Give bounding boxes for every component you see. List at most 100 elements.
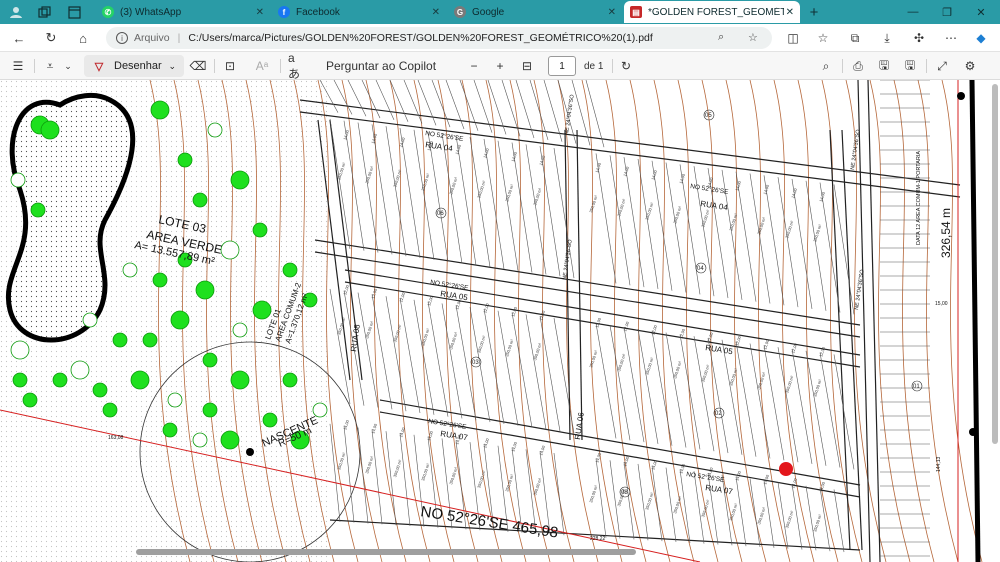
tab-actions-icon[interactable] (66, 4, 82, 20)
draw-button[interactable]: ▽ Desenhar ⌄ (84, 55, 184, 77)
close-icon[interactable]: ✕ (786, 7, 794, 18)
block-marker: 08 (619, 486, 631, 498)
lot-line (679, 334, 701, 450)
rotate-icon[interactable]: ↻ (618, 58, 634, 74)
zoom-icon[interactable]: ⌕ (718, 31, 724, 44)
tab-facebook[interactable]: f Facebook ✕ (272, 1, 446, 23)
block-marker: 06 (435, 207, 447, 219)
location-marker[interactable] (779, 462, 793, 476)
east-boundary (969, 80, 981, 562)
tree-icon (282, 372, 298, 388)
boundary-marker (957, 92, 965, 100)
close-icon[interactable]: ✕ (432, 7, 440, 18)
favorite-star-icon[interactable]: ☆ (748, 31, 758, 44)
highlight-icon[interactable]: ⩡ (42, 58, 58, 74)
road-edge (314, 239, 861, 326)
lot-line (679, 469, 691, 543)
divider (214, 59, 215, 73)
block-marker: 02 (713, 407, 725, 419)
lot-area-label: 350,00 m² (700, 499, 711, 518)
divider (612, 59, 613, 73)
vertical-scrollbar[interactable] (992, 84, 998, 444)
lot-line (721, 339, 743, 455)
lot-line (651, 465, 663, 542)
eraser-icon[interactable]: ⌫ (190, 58, 207, 74)
page-total: de 1 (584, 60, 604, 72)
lot-line (399, 297, 421, 414)
tab-whatsapp[interactable]: ✆ (3) WhatsApp ✕ (96, 1, 270, 23)
close-icon[interactable]: ✕ (256, 7, 264, 18)
new-tab-icon[interactable]: + (806, 4, 822, 21)
road-edge (564, 129, 571, 441)
chevron-down-icon[interactable]: ⌄ (168, 61, 176, 72)
minimize-icon[interactable]: — (898, 2, 928, 22)
tree-icon (195, 280, 215, 300)
window-close-icon[interactable]: ✕ (966, 2, 996, 22)
favorites-icon[interactable]: ☆ (814, 30, 832, 46)
lot-dimension-label: 12,00 (342, 284, 350, 296)
lot-dimension-label: 12,00 (594, 316, 602, 328)
search-icon[interactable]: ⌕ (818, 58, 834, 74)
read-aloud-icon[interactable]: aあ (288, 51, 306, 81)
lot-area-label: 350,00 m² (644, 491, 655, 510)
tree-icon (130, 370, 150, 390)
save-icon[interactable]: 🖫 (876, 58, 892, 74)
horizontal-scrollbar[interactable] (136, 549, 636, 555)
collections-icon[interactable]: ⧉ (846, 30, 864, 46)
lot-area-label: 350,00 m² (392, 323, 403, 342)
tree-icon (230, 370, 250, 390)
tree-icon (282, 262, 298, 278)
copilot-icon[interactable]: ◆ (972, 30, 990, 46)
tab-label: Google (472, 6, 505, 18)
maximize-icon[interactable]: ❐ (932, 2, 962, 22)
lot-line (833, 354, 855, 470)
lot-area-label: 350,00 m² (812, 513, 823, 532)
contents-icon[interactable]: ☰ (10, 58, 26, 74)
refresh-icon[interactable]: ↻ (42, 29, 60, 47)
lot-line (389, 80, 409, 122)
lot-dimension-label: 14,00 (594, 161, 602, 173)
fullscreen-icon[interactable]: ⤢ (934, 58, 950, 74)
zoom-out-icon[interactable]: − (466, 58, 482, 74)
save-as-icon[interactable]: 🖫 (902, 58, 918, 74)
address-separator: | (177, 32, 181, 44)
zoom-in-icon[interactable]: + (492, 58, 508, 74)
lot-dimension-label: 12,00 (370, 287, 378, 299)
extensions-icon[interactable]: ✣ (910, 30, 928, 46)
address-url[interactable]: C:/Users/marca/Pictures/GOLDEN%20FOREST/… (188, 32, 652, 44)
settings-gear-icon[interactable]: ⚙ (962, 58, 978, 74)
address-bar[interactable]: i Arquivo | C:/Users/marca/Pictures/GOLD… (106, 27, 772, 49)
more-icon[interactable]: ⋯ (942, 30, 960, 46)
lot-line (371, 429, 383, 525)
dimension-label: 163,08 (108, 435, 124, 441)
copilot-ask-button[interactable]: Perguntar ao Copilot (326, 58, 436, 74)
downloads-icon[interactable]: ⤓ (878, 30, 896, 46)
info-icon[interactable]: i (116, 32, 128, 44)
page-number-input[interactable]: 1 (548, 56, 576, 76)
profile-icon[interactable] (8, 4, 24, 20)
lot-area-label: 350,00 m² (644, 356, 655, 375)
lot-dimension-label: 14,00 (426, 430, 434, 442)
text-box-icon[interactable]: ⊡ (222, 58, 238, 74)
tab-label: Facebook (296, 6, 340, 18)
lot-line (441, 303, 463, 419)
lot-line (595, 458, 607, 538)
home-icon[interactable]: ⌂ (74, 29, 92, 47)
font-size-icon: Aᵃ (255, 59, 269, 73)
pdf-document-view[interactable]: 350,00 m² 14,00 350,00 m² 12,00 350,00 m² 14,… (0, 80, 1000, 562)
close-icon[interactable]: ✕ (608, 7, 616, 18)
svg-text:05: 05 (705, 113, 712, 119)
print-icon[interactable]: ⎙ (850, 58, 866, 74)
tab-pdf-active[interactable]: ▤ *GOLDEN FOREST_GEOMÉTRICO ✕ (624, 1, 800, 23)
fit-page-icon[interactable]: ⊟ (518, 58, 536, 74)
workspaces-icon[interactable] (36, 4, 52, 20)
lot-dimension-label: 12,00 (818, 346, 826, 358)
lot-area-label: 350,00 m² (756, 506, 767, 525)
tree-icon (10, 340, 30, 360)
split-screen-icon[interactable]: ◫ (784, 30, 802, 46)
back-icon[interactable]: ← (10, 29, 28, 47)
tab-google[interactable]: G Google ✕ (448, 1, 622, 23)
chevron-down-icon[interactable]: ⌄ (62, 58, 74, 74)
lot-line (427, 301, 449, 417)
tree-icon (92, 382, 108, 398)
